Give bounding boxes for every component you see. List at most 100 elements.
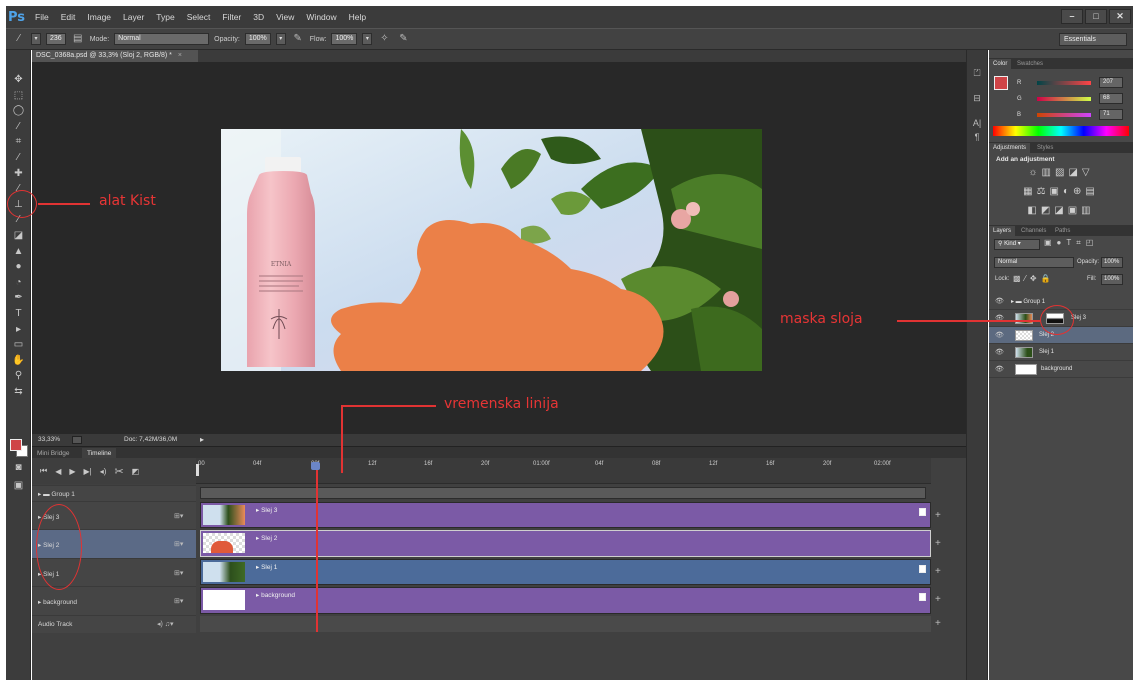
dodge-tool-icon[interactable]: ◔: [6, 275, 31, 291]
audio-lane[interactable]: [200, 616, 931, 632]
menu-type[interactable]: Type: [156, 12, 174, 22]
layer-slej-1[interactable]: 👁 Slej 1: [989, 344, 1133, 361]
swap-colors-icon[interactable]: ⇆: [6, 384, 31, 400]
add-audio-icon[interactable]: +: [935, 618, 941, 629]
eyedropper-tool-icon[interactable]: ⁄: [6, 150, 31, 166]
foreground-color-swatch[interactable]: [10, 439, 22, 451]
add-media-icon[interactable]: +: [935, 538, 941, 549]
zoom-info-icon[interactable]: [72, 436, 82, 444]
clip-slej-3[interactable]: ▸ Slej 3: [200, 502, 931, 528]
eraser-tool-icon[interactable]: ◪: [6, 228, 31, 244]
quick-select-tool-icon[interactable]: ⁄: [6, 119, 31, 135]
visibility-eye-icon[interactable]: 👁: [995, 297, 1004, 305]
quick-mask-icon[interactable]: ◙: [6, 460, 31, 476]
maximize-button[interactable]: □: [1085, 9, 1107, 24]
track-background[interactable]: ▸ background ⊞▾: [32, 586, 196, 615]
clip-end-handle[interactable]: [919, 565, 926, 573]
film-strip-icon[interactable]: ⊞▾: [174, 569, 183, 577]
clip-end-handle[interactable]: [919, 508, 926, 516]
pressure-size-icon[interactable]: ✎: [396, 33, 410, 45]
tab-paths[interactable]: Paths: [1051, 226, 1074, 236]
menu-select[interactable]: Select: [187, 12, 211, 22]
shape-tool-icon[interactable]: ▭: [6, 337, 31, 353]
menu-3d[interactable]: 3D: [253, 12, 264, 22]
first-frame-icon[interactable]: ⏮: [40, 466, 47, 476]
visibility-eye-icon[interactable]: 👁: [995, 331, 1004, 339]
track-audio[interactable]: Audio Track ◂) ♫▾: [32, 615, 196, 633]
film-strip-icon[interactable]: ⊞▾: [174, 512, 183, 520]
split-scissors-icon[interactable]: ✂: [114, 465, 123, 478]
adjustment-icons-row-3[interactable]: ◧◩◪▣▥: [989, 205, 1133, 216]
move-tool-icon[interactable]: ✥: [6, 72, 31, 88]
airbrush-icon[interactable]: ✧: [377, 33, 391, 45]
clip-background[interactable]: ▸ background: [200, 587, 931, 614]
add-media-icon[interactable]: +: [935, 594, 941, 605]
pressure-opacity-icon[interactable]: ✎: [291, 33, 305, 45]
layer-filter-icons[interactable]: ▣●T⌗◰: [1044, 238, 1098, 248]
clip-slej-1[interactable]: ▸ Slej 1: [200, 559, 931, 585]
layer-background[interactable]: 👁 background: [989, 361, 1133, 378]
screen-mode-icon[interactable]: ▣: [6, 478, 31, 494]
film-strip-icon[interactable]: ⊞▾: [174, 597, 183, 605]
red-slider[interactable]: [1037, 81, 1091, 85]
adjustment-icons-row-2[interactable]: ▦⚖▣◐⊕▤: [989, 186, 1133, 197]
workspace-switcher[interactable]: Essentials: [1059, 33, 1127, 46]
audio-icon[interactable]: ◂): [100, 467, 107, 476]
tab-swatches[interactable]: Swatches: [1013, 59, 1047, 69]
menu-view[interactable]: View: [276, 12, 294, 22]
gradient-tool-icon[interactable]: ▲: [6, 244, 31, 260]
minimize-button[interactable]: –: [1061, 9, 1083, 24]
menu-edit[interactable]: Edit: [61, 12, 76, 22]
tab-layers[interactable]: Layers: [989, 226, 1016, 236]
pen-tool-icon[interactable]: ✒: [6, 290, 31, 306]
green-value[interactable]: 68: [1099, 93, 1123, 104]
transition-icon[interactable]: ◩: [132, 467, 140, 476]
blue-value[interactable]: 71: [1099, 109, 1123, 120]
document-tab-close-icon[interactable]: ×: [178, 52, 182, 59]
path-select-tool-icon[interactable]: ▸: [6, 322, 31, 338]
brush-preset-dropdown[interactable]: ▾: [31, 33, 41, 45]
close-button[interactable]: ✕: [1109, 9, 1131, 24]
hand-tool-icon[interactable]: ✋: [6, 353, 31, 369]
marquee-tool-icon[interactable]: ⬚: [6, 88, 31, 104]
adjustment-icons-row-1[interactable]: ☼▥▨◪▽: [989, 167, 1133, 178]
character-panel-icon[interactable]: A|: [967, 118, 987, 128]
flow-field[interactable]: 100%: [331, 33, 358, 45]
visibility-eye-icon[interactable]: 👁: [995, 365, 1004, 373]
status-menu-arrow-icon[interactable]: ▸: [200, 434, 204, 446]
document-tab[interactable]: DSC_0368a.psd @ 33,3% (Sloj 2, RGB/8) * …: [32, 50, 198, 62]
tab-color[interactable]: Color: [989, 59, 1012, 69]
blend-mode-select[interactable]: Normal: [994, 257, 1074, 268]
opacity-dropdown[interactable]: ▾: [275, 33, 286, 45]
clip-end-handle[interactable]: [919, 593, 926, 601]
properties-panel-icon[interactable]: ⊟: [967, 93, 987, 104]
brush-panel-toggle-icon[interactable]: ▤: [71, 33, 85, 45]
add-media-icon[interactable]: +: [935, 566, 941, 577]
next-frame-icon[interactable]: ▶|: [84, 467, 92, 476]
color-spectrum-bar[interactable]: [993, 126, 1129, 136]
menu-filter[interactable]: Filter: [222, 12, 241, 22]
add-media-icon[interactable]: +: [935, 510, 941, 521]
audio-controls-icon[interactable]: ◂) ♫▾: [157, 620, 174, 628]
opacity-field[interactable]: 100%: [244, 33, 271, 45]
playhead-handle[interactable]: [311, 462, 320, 470]
paragraph-panel-icon[interactable]: ¶: [967, 132, 987, 142]
lock-icons[interactable]: ▩⁄✥🔒: [1013, 274, 1055, 283]
healing-tool-icon[interactable]: ✚: [6, 166, 31, 182]
film-strip-icon[interactable]: ⊞▾: [174, 540, 183, 548]
lasso-tool-icon[interactable]: ◯: [6, 103, 31, 119]
flow-dropdown[interactable]: ▾: [362, 33, 373, 45]
zoom-tool-icon[interactable]: ⚲: [6, 368, 31, 384]
tab-styles[interactable]: Styles: [1033, 143, 1057, 153]
history-panel-icon[interactable]: ⏍: [967, 68, 987, 79]
brush-size-field[interactable]: 236: [46, 33, 66, 45]
prev-frame-icon[interactable]: ◀: [55, 467, 61, 476]
menu-window[interactable]: Window: [306, 12, 336, 22]
tab-adjustments[interactable]: Adjustments: [989, 143, 1031, 153]
clip-slej-2[interactable]: ▸ Slej 2: [200, 530, 931, 557]
blur-tool-icon[interactable]: ●: [6, 259, 31, 275]
mode-select[interactable]: Normal: [114, 33, 210, 45]
work-area-start[interactable]: [196, 464, 199, 476]
tab-channels[interactable]: Channels: [1017, 226, 1050, 236]
menu-help[interactable]: Help: [349, 12, 366, 22]
